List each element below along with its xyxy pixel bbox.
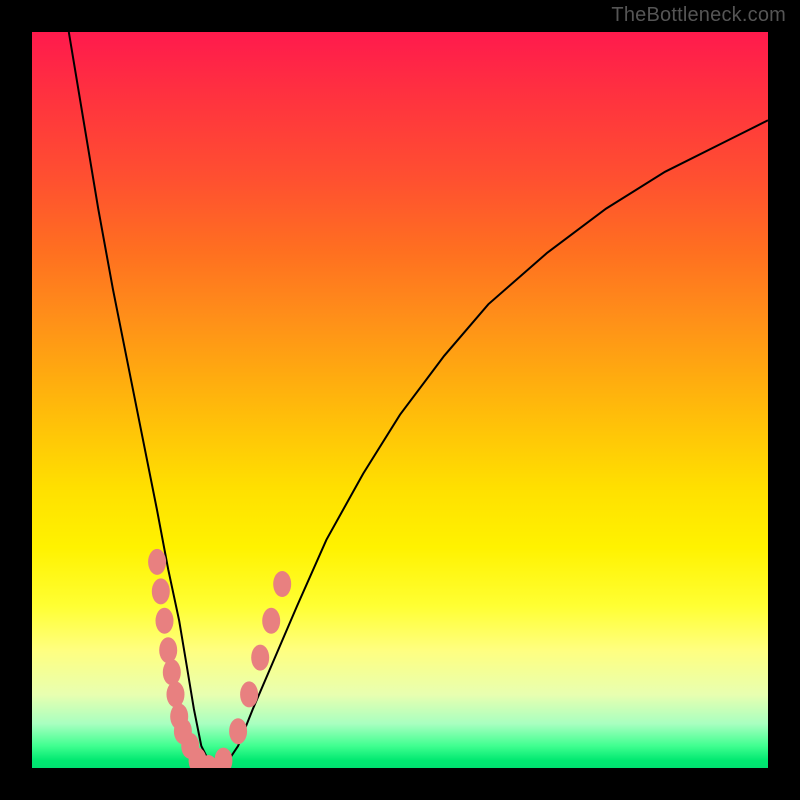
- marker-dot: [156, 608, 174, 634]
- marker-dot: [163, 659, 181, 685]
- marker-dot: [240, 681, 258, 707]
- marker-dot: [229, 718, 247, 744]
- marker-dot: [251, 645, 269, 671]
- marker-dot: [167, 681, 185, 707]
- marker-dot: [262, 608, 280, 634]
- plot-area: [32, 32, 768, 768]
- highlighted-points: [148, 549, 291, 768]
- marker-dot: [273, 571, 291, 597]
- watermark-text: TheBottleneck.com: [611, 4, 786, 27]
- curve-layer: [32, 32, 768, 768]
- marker-dot: [148, 549, 166, 575]
- marker-dot: [159, 637, 177, 663]
- chart-frame: TheBottleneck.com: [0, 0, 800, 800]
- marker-dot: [214, 748, 232, 768]
- marker-dot: [152, 578, 170, 604]
